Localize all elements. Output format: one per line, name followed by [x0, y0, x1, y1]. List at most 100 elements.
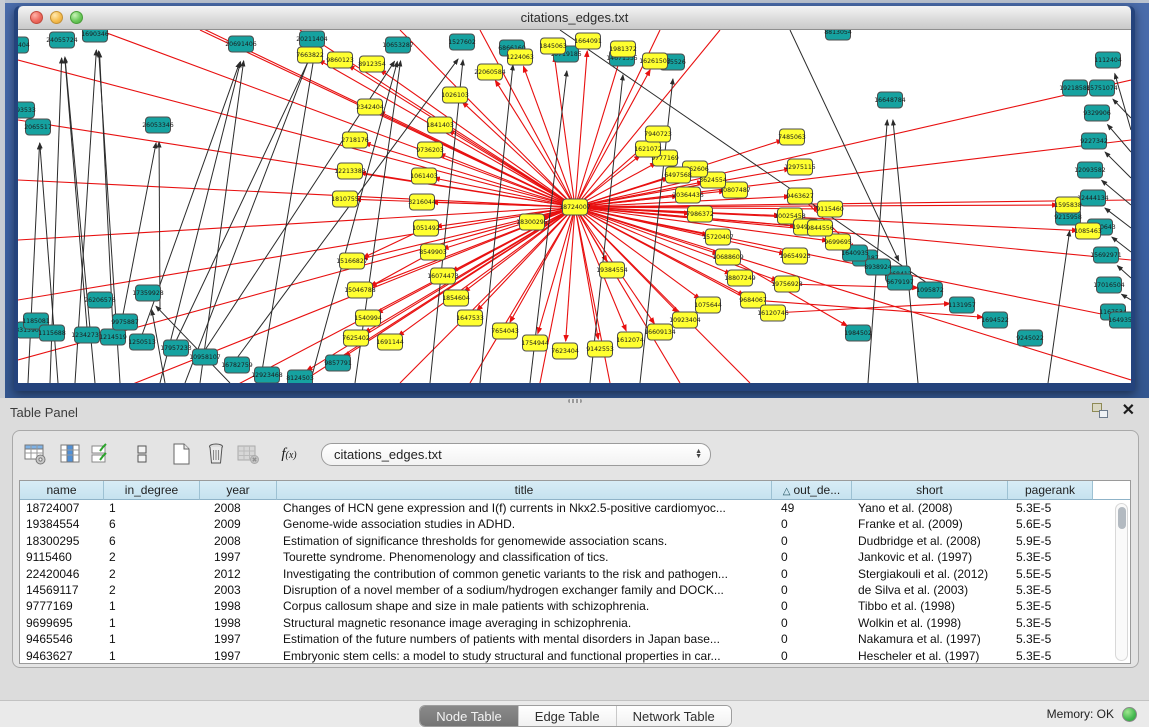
column-header-short[interactable]: short — [852, 481, 1008, 500]
network-node[interactable]: 1690346 — [81, 30, 109, 42]
network-node[interactable]: 8124503 — [286, 370, 314, 383]
table-cell-pagerank[interactable]: 5.3E-5 — [1008, 582, 1093, 598]
new-column-icon[interactable] — [167, 441, 194, 468]
network-node[interactable]: 1085463 — [1074, 223, 1102, 239]
table-cell-pagerank[interactable]: 5.6E-5 — [1008, 516, 1093, 532]
table-row[interactable]: 1938455462009Genome-wide association stu… — [20, 516, 1130, 532]
table-cell-out_de[interactable]: 0 — [772, 566, 852, 582]
table-cell-title[interactable]: Changes of HCN gene expression and I(f) … — [277, 500, 772, 516]
table-cell-pagerank[interactable]: 5.5E-5 — [1008, 566, 1093, 582]
network-node[interactable]: 7485063 — [778, 129, 806, 145]
network-node[interactable]: 18724007 — [559, 199, 591, 215]
network-node[interactable]: 2065517 — [24, 119, 52, 135]
network-node[interactable]: 10653287 — [382, 37, 414, 53]
table-cell-in_degree[interactable]: 1 — [104, 631, 200, 647]
network-node[interactable]: 9227342 — [1080, 133, 1108, 149]
table-cell-short[interactable]: Stergiakouli et al. (2012) — [852, 566, 1008, 582]
network-canvas-svg[interactable]: 2405572416903462069140620211404106532871… — [18, 30, 1131, 383]
table-cell-pagerank[interactable]: 5.3E-5 — [1008, 615, 1093, 631]
network-node[interactable]: 8938924 — [864, 259, 892, 275]
network-node[interactable]: 1984502 — [844, 325, 872, 341]
network-node[interactable]: 1224063 — [506, 49, 534, 65]
table-cell-out_de[interactable]: 49 — [772, 500, 852, 516]
network-node[interactable]: 26053346 — [142, 117, 174, 133]
table-cell-pagerank[interactable]: 5.3E-5 — [1008, 631, 1093, 647]
table-cell-out_de[interactable]: 0 — [772, 598, 852, 614]
network-node[interactable]: 15751074 — [1086, 80, 1118, 96]
network-node[interactable]: 1664091 — [574, 33, 602, 49]
network-node[interactable]: 7940723 — [644, 126, 672, 142]
network-node[interactable]: 12093582 — [1074, 162, 1106, 178]
table-cell-year[interactable]: 1998 — [200, 615, 277, 631]
table-cell-in_degree[interactable]: 2 — [104, 566, 200, 582]
network-node[interactable]: 20211404 — [296, 31, 328, 47]
network-node[interactable]: 2718176 — [341, 132, 369, 148]
network-node[interactable]: 1691144 — [376, 334, 404, 350]
table-cell-in_degree[interactable]: 1 — [104, 598, 200, 614]
network-node[interactable]: 7625402 — [342, 330, 370, 346]
network-node[interactable]: 7654043 — [491, 323, 519, 339]
network-node[interactable]: 9844556 — [806, 220, 834, 236]
table-cell-name[interactable]: 14569117 — [20, 582, 104, 598]
tab-edge-table[interactable]: Edge Table — [519, 706, 617, 726]
network-node[interactable]: 8813054 — [824, 30, 852, 40]
network-node[interactable]: 1647533 — [456, 310, 484, 326]
table-cell-out_de[interactable]: 0 — [772, 549, 852, 565]
apply-checks-icon[interactable] — [87, 441, 114, 468]
table-cell-name[interactable]: 9699695 — [20, 615, 104, 631]
network-node[interactable]: 1595838 — [1054, 197, 1082, 213]
table-cell-name[interactable]: 9115460 — [20, 549, 104, 565]
network-node[interactable]: 10958107 — [189, 349, 221, 365]
table-cell-year[interactable]: 1997 — [200, 648, 277, 664]
minimize-window-icon[interactable] — [50, 11, 63, 24]
column-header-out_de[interactable]: △out_de... — [772, 481, 852, 500]
show-columns-icon[interactable] — [56, 441, 83, 468]
table-cell-name[interactable]: 18300295 — [20, 533, 104, 549]
network-node[interactable]: 19384554 — [596, 262, 628, 278]
table-cell-in_degree[interactable]: 1 — [104, 648, 200, 664]
network-node[interactable]: 1115688 — [38, 325, 66, 341]
table-cell-year[interactable]: 1998 — [200, 598, 277, 614]
network-node[interactable]: 7623404 — [551, 343, 579, 359]
network-node[interactable]: 1061403 — [410, 168, 438, 184]
table-row[interactable]: 1872400712008Changes of HCN gene express… — [20, 500, 1130, 516]
network-node[interactable]: 9142553 — [586, 341, 614, 357]
network-node[interactable]: 1694522 — [981, 312, 1009, 328]
network-node[interactable]: 15046788 — [344, 282, 376, 298]
table-cell-out_de[interactable]: 0 — [772, 648, 852, 664]
network-selector[interactable]: citations_edges.txt ▲▼ — [321, 443, 711, 466]
table-cell-title[interactable]: Investigating the contribution of common… — [277, 566, 772, 582]
network-node[interactable]: 15166827 — [336, 253, 368, 269]
network-node[interactable]: 1095872 — [916, 282, 944, 298]
network-node[interactable]: 1527602 — [448, 34, 476, 50]
network-node[interactable]: 1693533 — [18, 102, 36, 118]
network-node[interactable]: 16782759 — [221, 357, 253, 373]
network-node[interactable]: 19654923 — [779, 248, 811, 264]
network-node[interactable]: 1250513 — [128, 334, 156, 350]
table-cell-out_de[interactable]: 0 — [772, 516, 852, 532]
network-node[interactable]: 2883404 — [18, 37, 30, 53]
network-node[interactable]: 1075644 — [694, 297, 722, 313]
table-cell-pagerank[interactable]: 5.3E-5 — [1008, 648, 1093, 664]
table-cell-out_de[interactable]: 0 — [772, 631, 852, 647]
column-header-title[interactable]: title — [277, 481, 772, 500]
float-panel-icon[interactable] — [1092, 403, 1108, 418]
column-header-year[interactable]: year — [200, 481, 277, 500]
zoom-window-icon[interactable] — [70, 11, 83, 24]
table-row[interactable]: 2242004622012Investigating the contribut… — [20, 566, 1130, 582]
network-node[interactable]: 1131957 — [948, 297, 976, 313]
network-node[interactable]: 22060584 — [474, 64, 506, 80]
network-node[interactable]: 10688609 — [712, 249, 744, 265]
network-node[interactable]: 26206576 — [84, 292, 116, 308]
table-cell-title[interactable]: Tourette syndrome. Phenomenology and cla… — [277, 549, 772, 565]
network-node[interactable]: 12923468 — [251, 367, 283, 383]
network-node[interactable]: 16261503 — [639, 53, 671, 69]
network-node[interactable]: 18807249 — [724, 270, 756, 286]
column-header-in_degree[interactable]: in_degree — [104, 481, 200, 500]
table-cell-name[interactable]: 19384554 — [20, 516, 104, 532]
splitter-grip[interactable] — [568, 399, 582, 403]
table-cell-short[interactable]: Tibbo et al. (1998) — [852, 598, 1008, 614]
close-window-icon[interactable] — [30, 11, 43, 24]
table-cell-short[interactable]: Nakamura et al. (1997) — [852, 631, 1008, 647]
column-header-name[interactable]: name — [20, 481, 104, 500]
